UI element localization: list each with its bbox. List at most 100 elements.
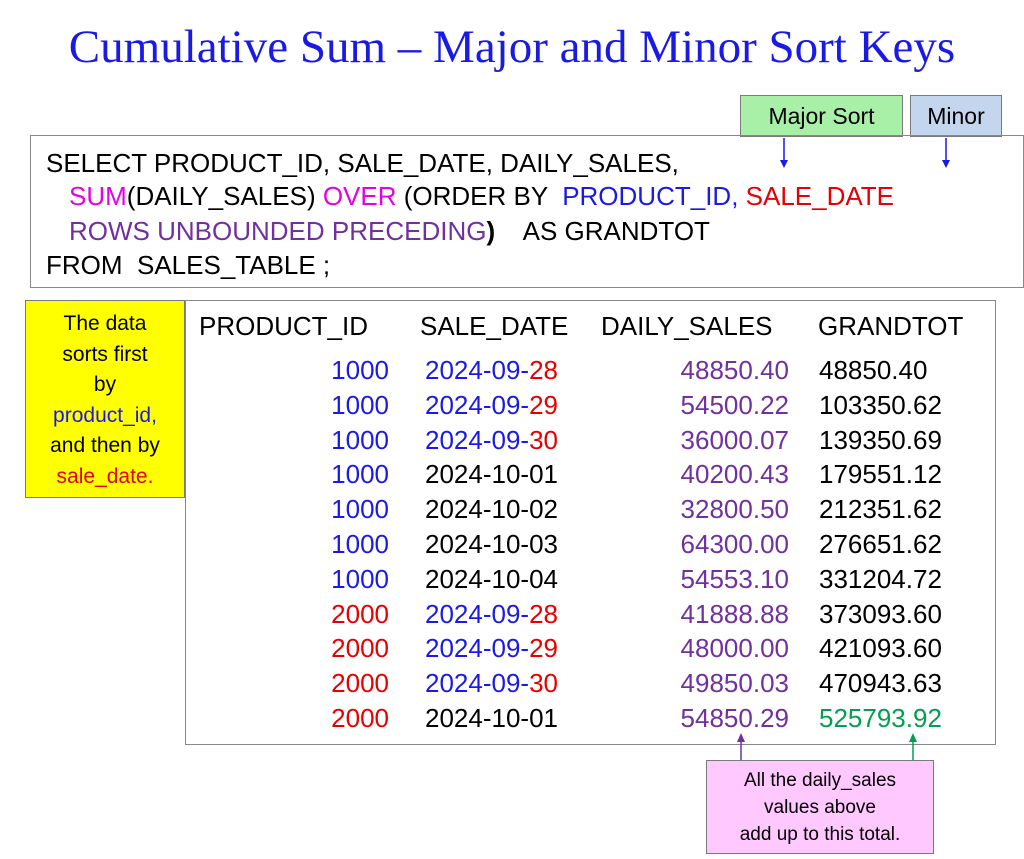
sale-date-day: 30: [529, 668, 558, 699]
table-row: 2000 2024-09-30 49850.03 470943.63: [186, 666, 997, 701]
cell-sale-date: 2024-09-30: [425, 666, 558, 701]
cell-daily-sales: 48000.00: [680, 633, 789, 664]
note-left-line: and then by: [50, 434, 160, 457]
sql-code-box: SELECT PRODUCT_ID, SALE_DATE, DAILY_SALE…: [30, 135, 1024, 288]
sale-date-prefix: 2024-10-03: [425, 529, 558, 559]
cell-sale-date: 2024-10-04: [425, 562, 558, 597]
sale-date-prefix: 2024-09-: [425, 633, 530, 664]
page-title: Cumulative Sum – Major and Minor Sort Ke…: [68, 21, 956, 73]
sql-over-keyword: OVER: [322, 181, 397, 211]
cell-product-id: 2000: [331, 598, 389, 629]
sql-alias: AS GRANDTOT: [495, 216, 710, 246]
note-left-line: The data: [63, 312, 147, 335]
result-table: PRODUCT_ID SALE_DATE DAILY_SALES GRANDTO…: [185, 300, 996, 745]
cell-daily-sales: 54553.10: [680, 563, 789, 594]
table-row: 2000 2024-09-28 41888.88 373093.60: [186, 597, 997, 632]
sale-date-prefix: 2024-09-: [425, 668, 530, 699]
sale-date-prefix: 2024-10-02: [425, 494, 558, 525]
sql-frame-clause: ROWS UNBOUNDED PRECEDING: [69, 216, 487, 246]
cell-daily-sales: 54500.22: [680, 389, 789, 420]
table-row: 1000 2024-10-03 64300.00 276651.62: [186, 527, 997, 562]
cell-sale-date: 2024-09-30: [425, 423, 558, 458]
sale-date-prefix: 2024-10-04: [425, 563, 558, 594]
sql-sum-keyword: SUM: [69, 181, 127, 211]
cell-grandtot: 103350.62: [819, 389, 942, 420]
cell-product-id: 2000: [331, 668, 389, 699]
sale-date-prefix: 2024-10-01: [425, 703, 558, 733]
cell-daily-sales: 64300.00: [680, 529, 789, 559]
header-sale-date: SALE_DATE: [420, 311, 569, 341]
sql-sum-args: (DAILY_SALES): [126, 181, 323, 211]
header-product-id: PRODUCT_ID: [199, 311, 369, 341]
cell-product-id: 2000: [331, 703, 389, 733]
cell-grandtot: 48850.40: [819, 355, 928, 385]
note-left-line: sale_date.: [56, 464, 154, 488]
table-row: 2000 2024-09-29 48000.00 421093.60: [186, 631, 997, 666]
sql-line-frame: ROWS UNBOUNDED PRECEDING) AS GRANDTOT: [69, 216, 710, 246]
cell-product-id: 1000: [331, 355, 389, 385]
sale-date-day: 28: [529, 355, 558, 385]
cell-daily-sales: 40200.43: [680, 459, 789, 490]
sale-date-prefix: 2024-09-: [425, 355, 530, 385]
cell-sale-date: 2024-09-28: [425, 597, 558, 632]
table-row: 2000 2024-10-01 54850.29 525793.92: [186, 701, 997, 736]
header-daily-sales: DAILY_SALES: [601, 311, 773, 341]
cell-daily-sales: 32800.50: [680, 494, 789, 525]
minor-sort-callout: Minor: [910, 95, 1002, 137]
cell-grandtot: 276651.62: [819, 529, 942, 559]
total-explanation-note: All the daily_sales values above add up …: [706, 760, 934, 854]
note-left-line: sorts first: [62, 342, 148, 366]
sql-line-window: SUM(DAILY_SALES) OVER (ORDER BY PRODUCT_…: [69, 181, 894, 211]
table-row: 1000 2024-10-01 40200.43 179551.12: [186, 457, 997, 492]
table-row: 1000 2024-09-30 36000.07 139350.69: [186, 423, 997, 458]
sql-line-from: FROM SALES_TABLE ;: [46, 250, 331, 280]
cell-sale-date: 2024-10-03: [425, 527, 558, 562]
cell-daily-sales: 36000.07: [680, 424, 789, 455]
table-row: 1000 2024-10-02 32800.50 212351.62: [186, 492, 997, 527]
sale-date-prefix: 2024-09-: [425, 424, 530, 455]
cell-grandtot: 331204.72: [819, 563, 942, 594]
cell-grandtot: 179551.12: [819, 459, 942, 490]
sale-date-day: 30: [529, 424, 558, 455]
sale-date-prefix: 2024-09-: [425, 598, 530, 629]
cell-sale-date: 2024-10-02: [425, 492, 558, 527]
sql-line-select: SELECT PRODUCT_ID, SALE_DATE, DAILY_SALE…: [46, 148, 679, 178]
sql-order-by: (ORDER BY: [396, 181, 563, 211]
note-left-line: product_id,: [53, 403, 157, 427]
cell-product-id: 1000: [331, 494, 389, 525]
cell-daily-sales: 41888.88: [680, 598, 789, 629]
note-bottom-line: All the daily_sales: [743, 770, 897, 791]
cell-grandtot: 212351.62: [819, 494, 942, 525]
sale-date-day: 29: [529, 389, 558, 420]
major-sort-callout: Major Sort: [740, 95, 903, 137]
sale-date-day: 28: [529, 598, 558, 629]
cell-product-id: 1000: [331, 459, 389, 490]
cell-grandtot: 373093.60: [819, 598, 942, 629]
header-grandtot: GRANDTOT: [818, 311, 964, 341]
cell-daily-sales: 49850.03: [680, 668, 789, 699]
cell-daily-sales: 48850.40: [680, 355, 789, 385]
sql-major-key: PRODUCT_ID,: [562, 181, 739, 211]
table-row: 1000 2024-10-04 54553.10 331204.72: [186, 562, 997, 597]
cell-sale-date: 2024-10-01: [425, 457, 558, 492]
sale-date-prefix: 2024-09-: [425, 389, 530, 420]
cell-sale-date: 2024-09-29: [425, 388, 558, 423]
sort-explanation-note: The data sorts first by product_id, and …: [25, 300, 185, 498]
note-bottom-line: add up to this total.: [739, 824, 901, 845]
cell-product-id: 1000: [331, 563, 389, 594]
cell-product-id: 1000: [331, 424, 389, 455]
sql-minor-key: SALE_DATE: [738, 181, 895, 211]
cell-grandtot: 470943.63: [819, 668, 942, 699]
cell-daily-sales: 54850.29: [680, 703, 789, 733]
cell-sale-date: 2024-10-01: [425, 701, 558, 736]
note-bottom-line: values above: [764, 797, 876, 818]
cell-sale-date: 2024-09-29: [425, 631, 558, 666]
cell-product-id: 2000: [331, 633, 389, 664]
cell-product-id: 1000: [331, 389, 389, 420]
cell-grandtot: 525793.92: [819, 703, 942, 733]
note-left-line: by: [93, 373, 117, 396]
cell-grandtot: 421093.60: [819, 633, 942, 664]
cell-sale-date: 2024-09-28: [425, 353, 558, 388]
sale-date-day: 29: [529, 633, 558, 664]
cell-product-id: 1000: [331, 529, 389, 559]
